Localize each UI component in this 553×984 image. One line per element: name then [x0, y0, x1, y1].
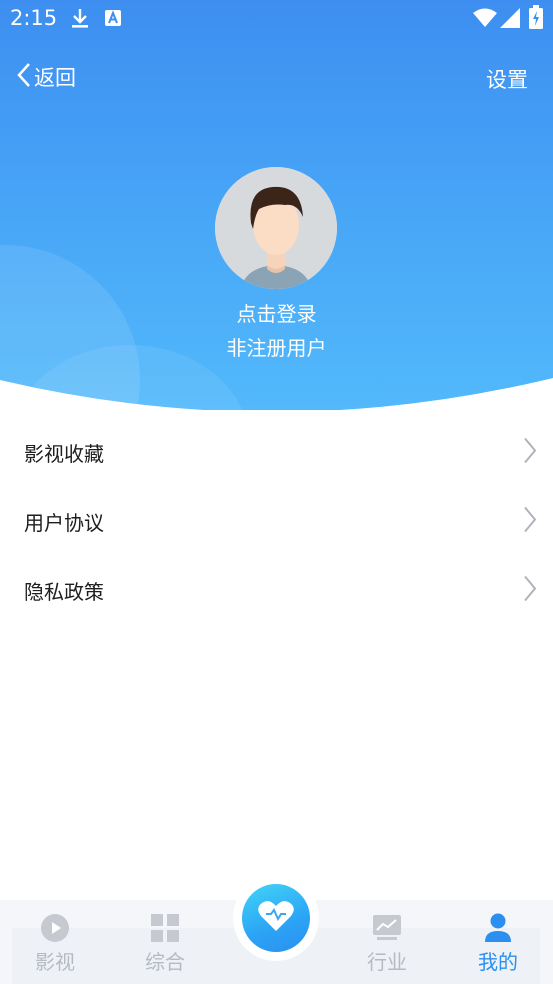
menu-item-favorites[interactable]: 影视收藏 — [0, 418, 553, 487]
back-label: 返回 — [34, 66, 76, 90]
tab-label: 我的 — [478, 950, 518, 974]
chevron-left-icon — [16, 61, 32, 94]
menu-item-user-agreement[interactable]: 用户协议 — [0, 487, 553, 556]
tab-label: 行业 — [367, 950, 407, 974]
wifi-icon — [473, 8, 497, 32]
heart-icon — [257, 899, 295, 937]
menu-item-label: 隐私政策 — [24, 580, 104, 604]
menu-item-label: 用户协议 — [24, 511, 104, 535]
grid-icon — [125, 912, 205, 944]
tab-label: 综合 — [145, 950, 185, 974]
login-link[interactable]: 点击登录 — [0, 298, 553, 327]
app-notification-icon — [104, 9, 122, 31]
chevron-right-icon — [523, 436, 537, 469]
battery-icon — [529, 5, 543, 33]
settings-button[interactable]: 设置 — [486, 64, 528, 94]
center-action-button[interactable] — [242, 884, 310, 952]
chart-icon — [347, 912, 427, 944]
tab-industry[interactable]: 行业 — [347, 912, 427, 975]
tab-mine[interactable]: 我的 — [458, 912, 538, 975]
status-time: 2:15 — [10, 6, 58, 30]
default-user-avatar-icon — [215, 167, 337, 289]
user-status-label: 非注册用户 — [226, 336, 327, 360]
back-button[interactable]: 返回 — [16, 60, 76, 94]
tab-general[interactable]: 综合 — [125, 912, 205, 975]
menu-item-privacy-policy[interactable]: 隐私政策 — [0, 556, 553, 625]
tab-video[interactable]: 影视 — [15, 912, 95, 975]
download-icon — [70, 7, 90, 33]
person-icon — [458, 912, 538, 944]
tab-label: 影视 — [35, 950, 75, 974]
play-icon — [15, 912, 95, 944]
menu-item-label: 影视收藏 — [24, 442, 104, 466]
avatar[interactable] — [215, 167, 337, 289]
chevron-right-icon — [523, 574, 537, 607]
menu-list: 影视收藏 用户协议 隐私政策 — [0, 418, 553, 625]
chevron-right-icon — [523, 505, 537, 538]
signal-icon — [500, 8, 520, 32]
status-bar: 2:15 — [0, 0, 553, 38]
